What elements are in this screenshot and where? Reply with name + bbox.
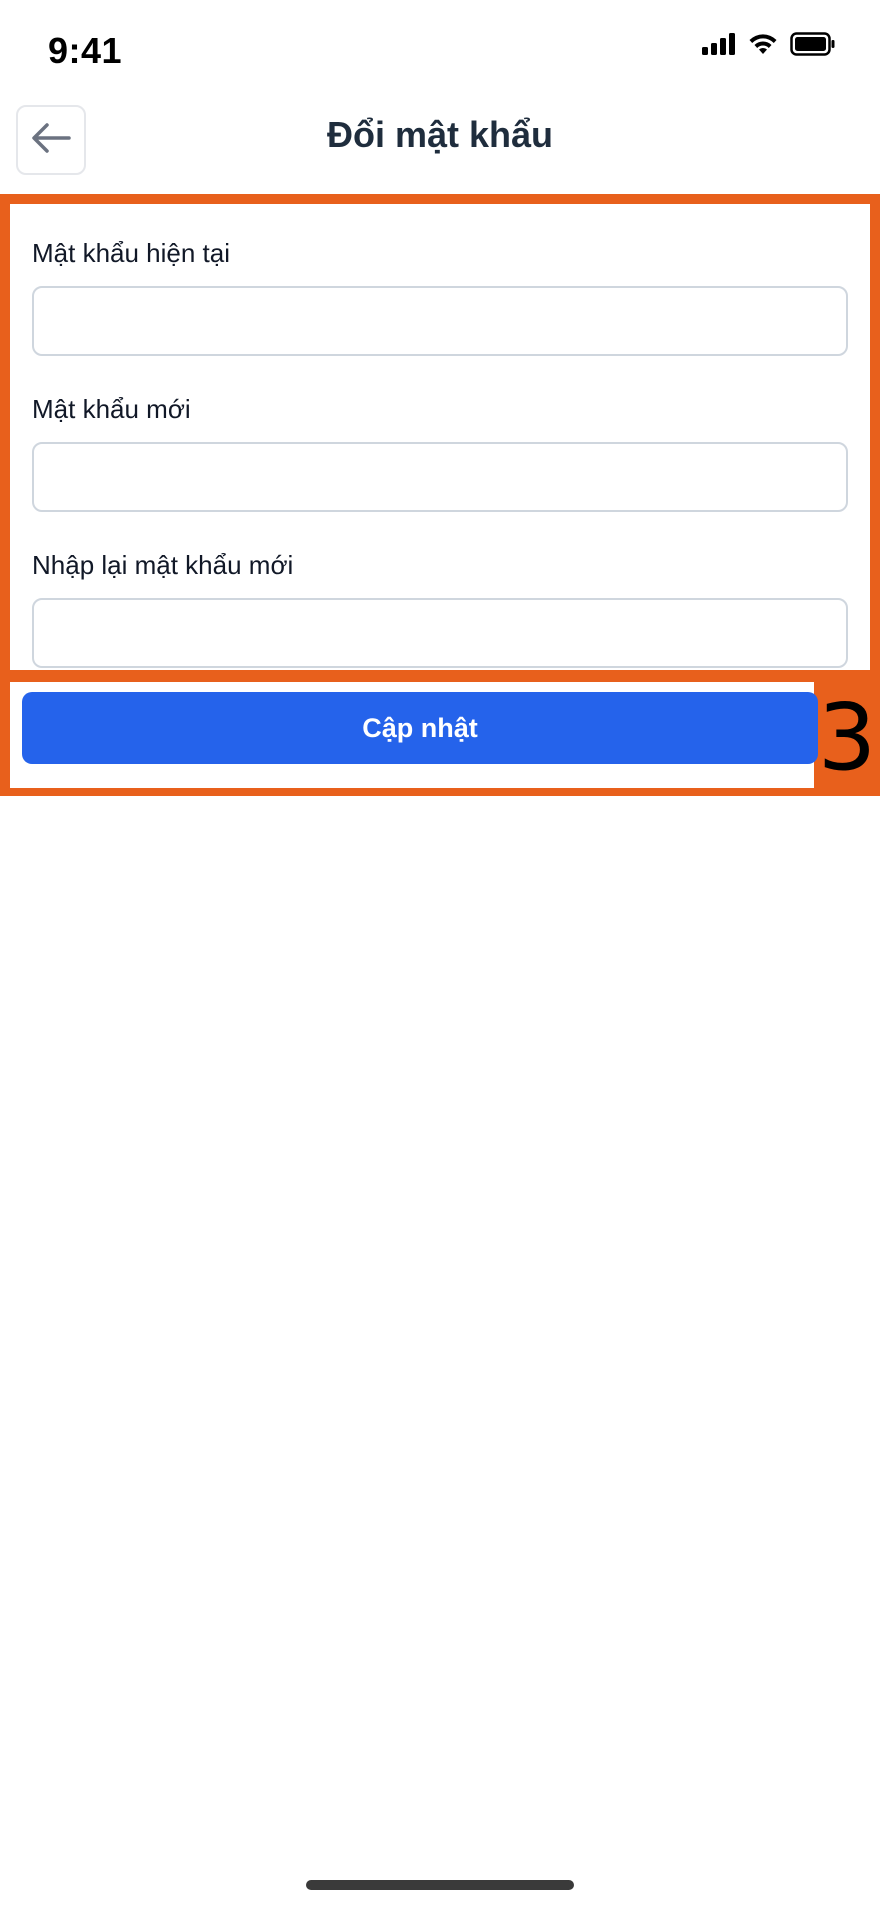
header: Đổi mật khẩu xyxy=(0,100,880,180)
update-button[interactable]: Cập nhật xyxy=(22,692,818,764)
update-button-region: Cập nhật 3 xyxy=(0,670,880,796)
confirm-password-label: Nhập lại mật khẩu mới xyxy=(32,550,294,580)
status-bar: 9:41 xyxy=(0,0,880,100)
battery-icon xyxy=(790,32,836,56)
current-password-input[interactable] xyxy=(32,286,848,356)
cellular-signal-icon xyxy=(702,33,736,55)
annotation-number: 3 xyxy=(817,684,877,791)
password-form: Mật khẩu hiện tại Mật khẩu mới Nhập lại … xyxy=(0,194,880,670)
new-password-input[interactable] xyxy=(32,442,848,512)
status-time: 9:41 xyxy=(48,30,123,71)
current-password-label: Mật khẩu hiện tại xyxy=(32,238,231,268)
new-password-label: Mật khẩu mới xyxy=(32,394,191,424)
home-indicator xyxy=(306,1880,574,1890)
wifi-icon xyxy=(748,33,778,55)
confirm-password-input[interactable] xyxy=(32,598,848,668)
page-title: Đổi mật khẩu xyxy=(326,114,554,155)
status-icons xyxy=(702,32,836,56)
